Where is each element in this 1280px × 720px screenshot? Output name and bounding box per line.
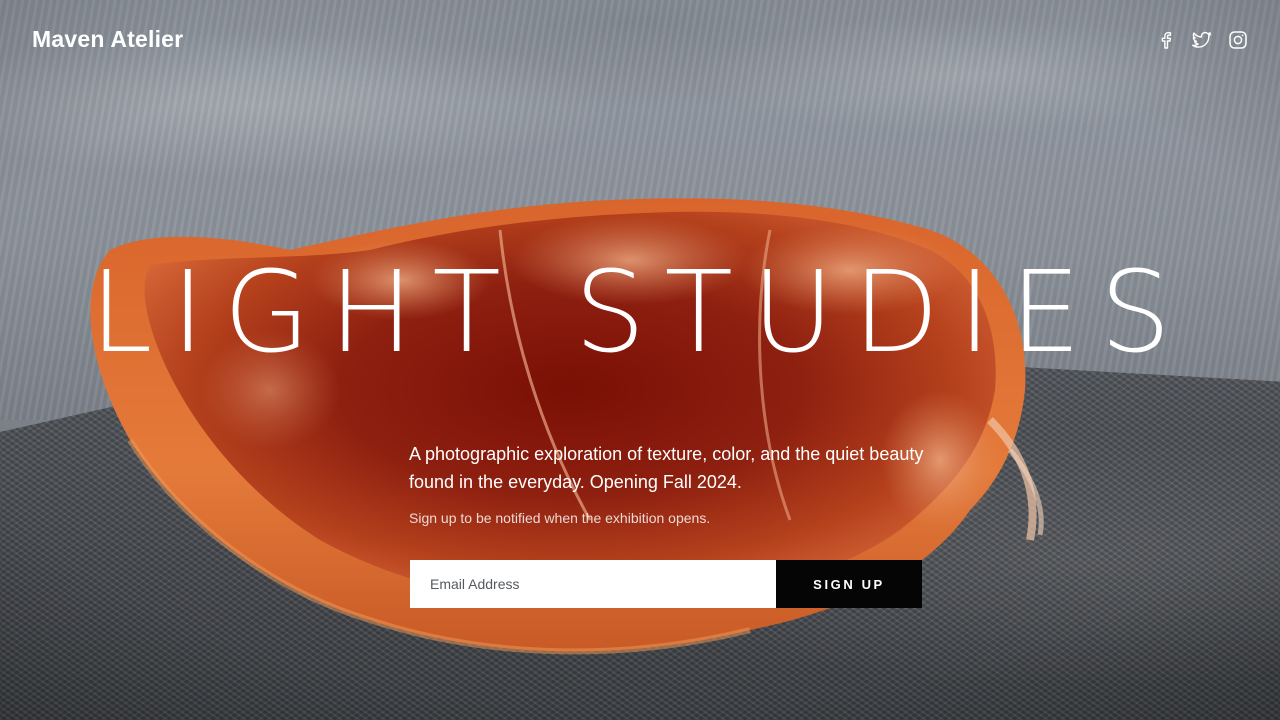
email-input[interactable] — [410, 560, 776, 608]
hero-title: LIGHT STUDIES — [89, 248, 1191, 378]
facebook-icon[interactable] — [1156, 29, 1176, 51]
signup-button[interactable]: SIGN UP — [776, 560, 922, 608]
signup-form: SIGN UP — [410, 560, 922, 608]
brand-logo[interactable]: Maven Atelier — [32, 26, 183, 53]
social-links — [1156, 29, 1248, 51]
twitter-icon[interactable] — [1192, 29, 1212, 51]
hero-intro-text: A photographic exploration of texture, c… — [409, 444, 924, 492]
instagram-icon[interactable] — [1228, 29, 1248, 51]
hero-section: Maven Atelier LIGHT STUDIES A photograph… — [0, 0, 1280, 720]
signup-note: Sign up to be notified when the exhibiti… — [409, 510, 711, 526]
